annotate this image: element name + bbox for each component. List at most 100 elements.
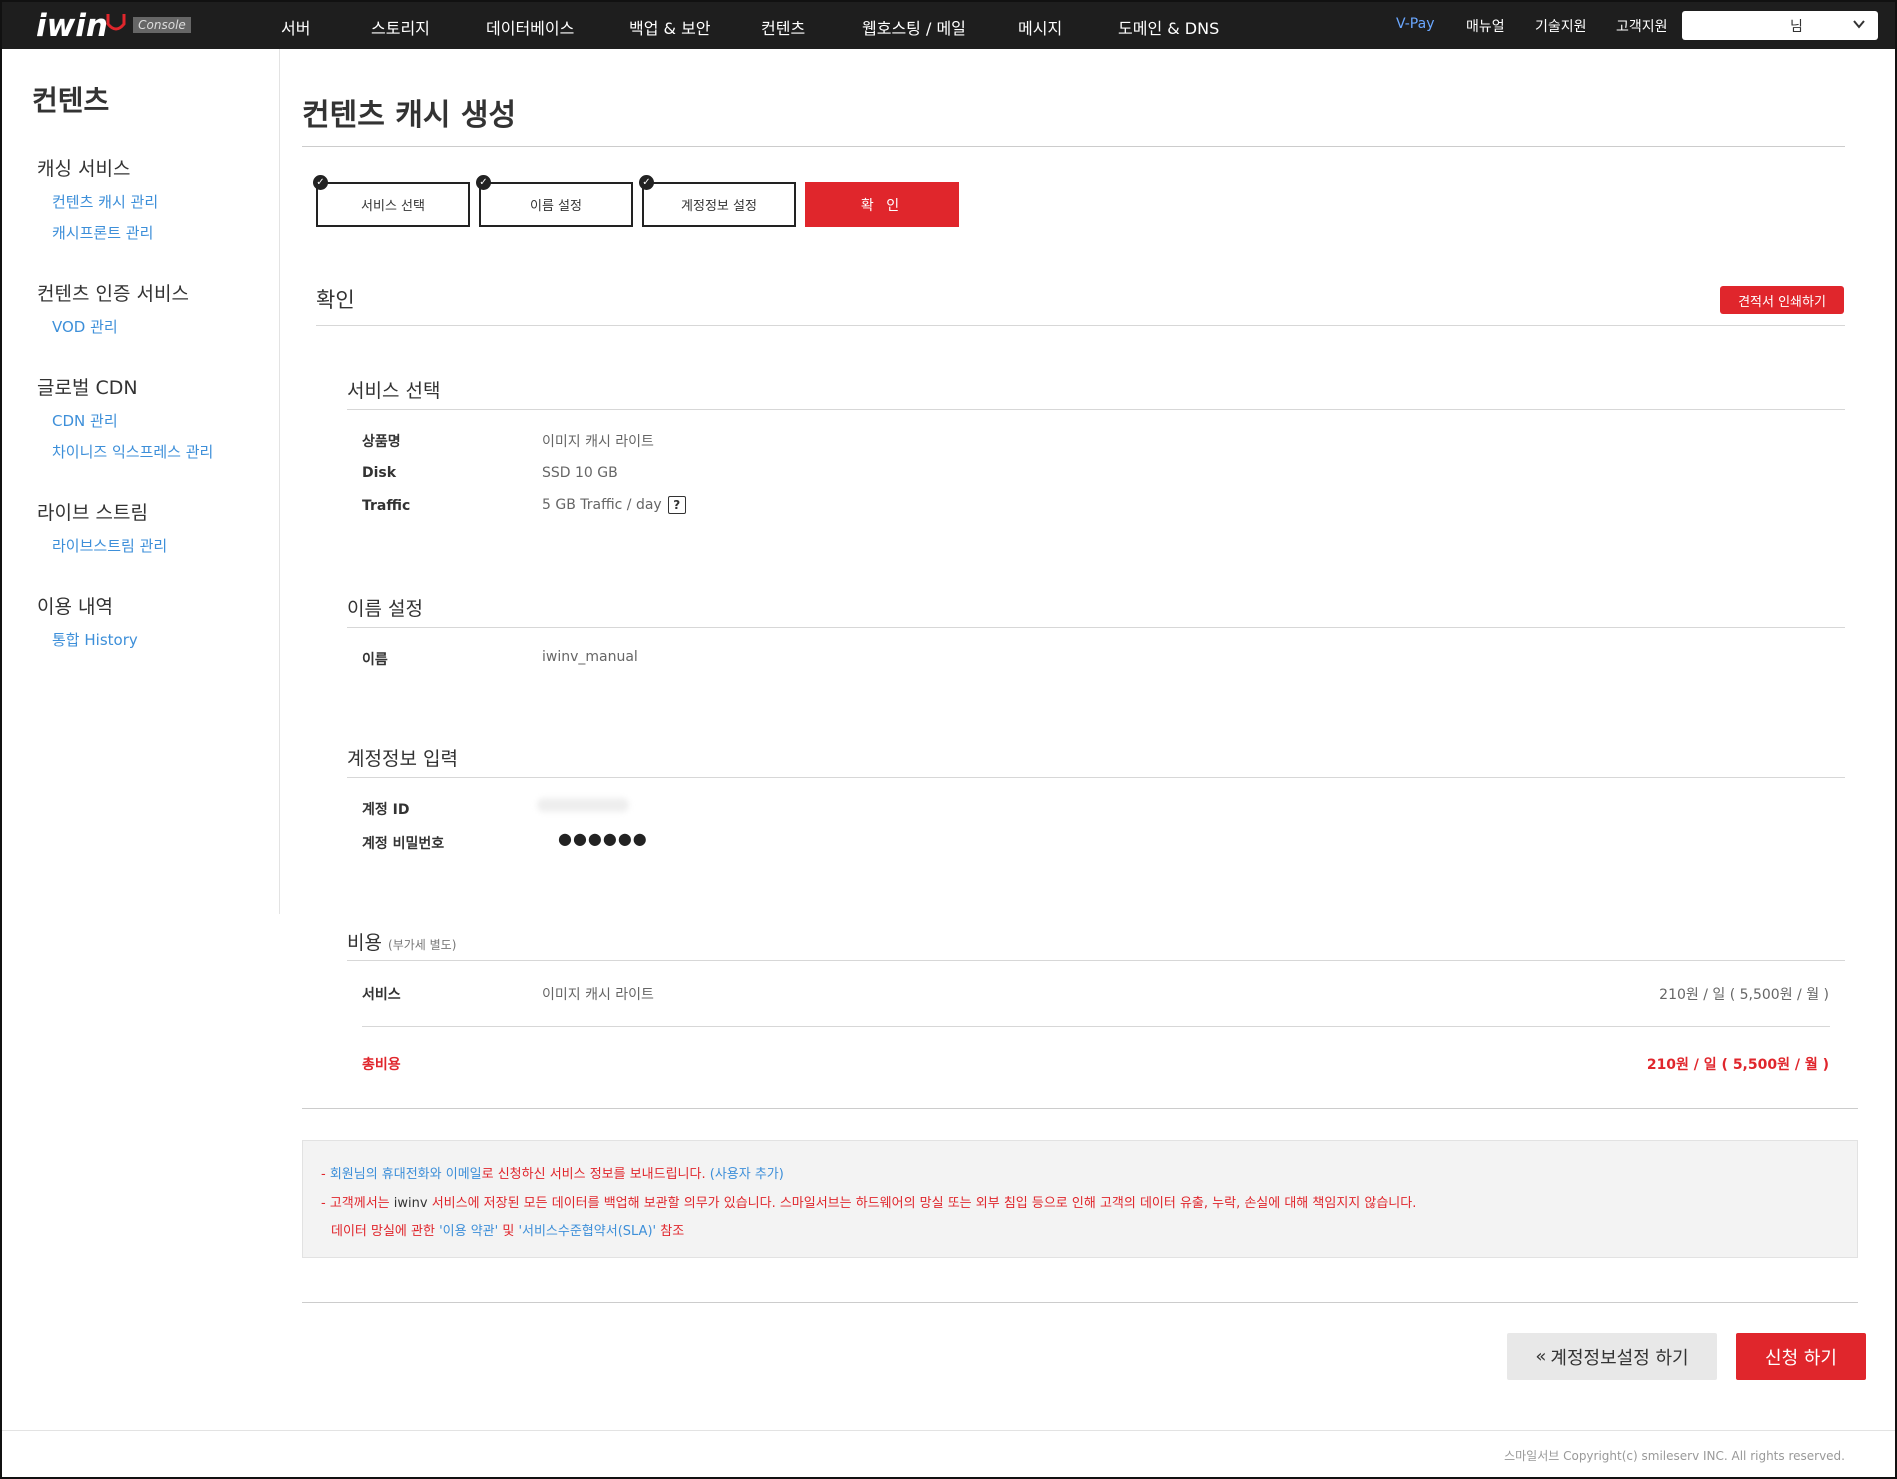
notice-box: - 회원님의 휴대전화와 이메일로 신청하신 서비스 정보를 보내드립니다. (… <box>302 1140 1858 1258</box>
sidebar-link-history[interactable]: 통합 History <box>52 629 138 650</box>
notice-line-1: - 회원님의 휴대전화와 이메일로 신청하신 서비스 정보를 보내드립니다. (… <box>321 1163 784 1182</box>
print-quote-button[interactable]: 견적서 인쇄하기 <box>1720 286 1844 314</box>
total-cost-label: 총비용 <box>362 1057 401 1073</box>
step-label: 확 인 <box>860 197 904 214</box>
nav-vpay[interactable]: V-Pay <box>1396 16 1435 32</box>
name-section-title: 이름 설정 <box>347 598 423 620</box>
chevron-down-icon <box>1853 20 1865 29</box>
account-id-redacted <box>537 798 629 812</box>
nav-webhosting-mail[interactable]: 웹호스팅 / 메일 <box>862 15 966 39</box>
sidebar-group-auth: 컨텐츠 인증 서비스 <box>37 283 189 305</box>
cost-service-price: 210원 / 일 ( 5,500원 / 월 ) <box>1659 987 1829 1003</box>
top-navigation: iwin Console 서버 스토리지 데이터베이스 백업 & 보안 컨텐츠 … <box>2 2 1895 49</box>
logo[interactable]: iwin <box>36 8 126 44</box>
apply-button[interactable]: 신청 하기 <box>1736 1333 1866 1380</box>
account-password-label: 계정 비밀번호 <box>362 836 445 852</box>
notice-text: 로 신청하신 서비스 정보를 보내드립니다. <box>481 1167 710 1182</box>
notice-brand: iwinv <box>393 1196 428 1211</box>
sidebar-title: 컨텐츠 <box>32 84 110 117</box>
divider <box>302 1108 1858 1109</box>
sla-link[interactable]: '서비스수준협약서(SLA)' <box>518 1224 656 1239</box>
back-to-account-button[interactable]: « 계정정보설정 하기 <box>1507 1333 1717 1380</box>
sidebar-link-vod[interactable]: VOD 관리 <box>52 316 118 337</box>
nav-contents[interactable]: 컨텐츠 <box>761 15 805 39</box>
vat-note: (부가세 별도) <box>388 938 457 952</box>
sidebar-link-content-cache[interactable]: 컨텐츠 캐시 관리 <box>52 191 158 212</box>
cost-section-title: 비용 (부가세 별도) <box>347 928 456 955</box>
product-name-value: 이미지 캐시 라이트 <box>542 434 654 450</box>
footer-divider <box>2 1430 1895 1431</box>
console-badge: Console <box>133 17 191 33</box>
notice-text: 데이터 망실에 관한 <box>331 1224 440 1239</box>
step-account-setting[interactable]: ✓ 계정정보 설정 <box>639 175 796 227</box>
sidebar-group-caching: 캐싱 서비스 <box>37 158 131 180</box>
disk-label: Disk <box>362 465 397 481</box>
nav-backup-security[interactable]: 백업 & 보안 <box>629 15 711 39</box>
nav-storage[interactable]: 스토리지 <box>371 15 430 39</box>
service-section-title: 서비스 선택 <box>347 380 441 402</box>
help-icon[interactable]: ? <box>667 496 686 514</box>
step-name-setting[interactable]: ✓ 이름 설정 <box>476 175 633 227</box>
sidebar-group-live-stream: 라이브 스트림 <box>37 502 148 524</box>
logo-text: iwin <box>36 8 108 44</box>
smile-logo-icon <box>106 14 126 31</box>
terms-link[interactable]: '이용 약관' <box>439 1224 498 1239</box>
nav-customer-support[interactable]: 고객지원 <box>1616 16 1668 36</box>
name-label: 이름 <box>362 652 388 668</box>
divider <box>347 627 1845 628</box>
traffic-value-row: 5 GB Traffic / day? <box>542 496 686 514</box>
divider <box>347 777 1845 778</box>
notice-line-3: 데이터 망실에 관한 '이용 약관' 및 '서비스수준협약서(SLA)' 참조 <box>331 1220 684 1239</box>
sidebar-group-global-cdn: 글로벌 CDN <box>37 377 138 399</box>
nav-tech-support[interactable]: 기술지원 <box>1535 16 1587 36</box>
sidebar-link-cdn[interactable]: CDN 관리 <box>52 410 118 431</box>
notice-text: - <box>321 1167 330 1182</box>
account-id-label: 계정 ID <box>362 802 410 818</box>
disk-value: SSD 10 GB <box>542 465 618 481</box>
sidebar-link-chinese-express[interactable]: 차이니즈 익스프레스 관리 <box>52 441 213 462</box>
cost-service-value: 이미지 캐시 라이트 <box>542 987 654 1003</box>
notice-text: 및 <box>498 1224 519 1239</box>
sidebar-link-cachefront[interactable]: 캐시프론트 관리 <box>52 222 153 243</box>
step-confirm[interactable]: 확 인 <box>805 182 959 227</box>
divider <box>347 409 1845 410</box>
sidebar-group-usage: 이용 내역 <box>37 596 113 618</box>
app-frame: iwin Console 서버 스토리지 데이터베이스 백업 & 보안 컨텐츠 … <box>2 2 1895 1477</box>
section-title: 확인 <box>316 288 355 312</box>
notice-line-2: - 고객께서는 iwinv 서비스에 저장된 모든 데이터를 백업해 보관할 의… <box>321 1192 1416 1211</box>
product-name-label: 상품명 <box>362 434 401 450</box>
cost-title: 비용 <box>347 932 382 954</box>
step-label: 이름 설정 <box>530 199 582 214</box>
nav-server[interactable]: 서버 <box>281 15 310 39</box>
name-value: iwinv_manual <box>542 649 638 665</box>
back-button-label: 계정정보설정 하기 <box>1550 1347 1689 1369</box>
notice-text: - 고객께서는 <box>321 1196 394 1211</box>
traffic-label: Traffic <box>362 498 411 514</box>
double-chevron-left-icon: « <box>1535 1346 1547 1367</box>
notice-text: 서비스에 저장된 모든 데이터를 백업해 보관할 의무가 있습니다. 스마일서브… <box>427 1196 1417 1211</box>
nav-database[interactable]: 데이터베이스 <box>486 15 574 39</box>
divider <box>362 1026 1830 1027</box>
account-section-title: 계정정보 입력 <box>347 748 458 770</box>
cost-service-label: 서비스 <box>362 987 401 1003</box>
user-name-label: 님 <box>1790 19 1803 35</box>
divider <box>347 960 1845 961</box>
sidebar: 컨텐츠 캐싱 서비스 컨텐츠 캐시 관리 캐시프론트 관리 컨텐츠 인증 서비스… <box>2 49 280 914</box>
footer-copyright: 스마일서브 Copyright(c) smileserv INC. All ri… <box>1504 1449 1845 1463</box>
divider <box>302 1302 1858 1303</box>
add-user-link[interactable]: (사용자 추가) <box>710 1167 784 1182</box>
check-icon: ✓ <box>639 175 654 190</box>
section-divider <box>316 325 1845 326</box>
title-divider <box>302 146 1845 147</box>
check-icon: ✓ <box>476 175 491 190</box>
check-icon: ✓ <box>313 175 328 190</box>
account-password-value: ●●●●●● <box>558 829 648 848</box>
nav-message[interactable]: 메시지 <box>1018 15 1062 39</box>
traffic-value: 5 GB Traffic / day <box>542 497 662 513</box>
nav-domain-dns[interactable]: 도메인 & DNS <box>1118 15 1219 39</box>
nav-manual[interactable]: 매뉴얼 <box>1466 16 1505 36</box>
user-menu-select[interactable]: 님 <box>1682 11 1878 40</box>
step-service-select[interactable]: ✓ 서비스 선택 <box>313 175 470 227</box>
sidebar-link-livestream[interactable]: 라이브스트림 관리 <box>52 535 167 556</box>
notice-text: 참조 <box>656 1224 685 1239</box>
